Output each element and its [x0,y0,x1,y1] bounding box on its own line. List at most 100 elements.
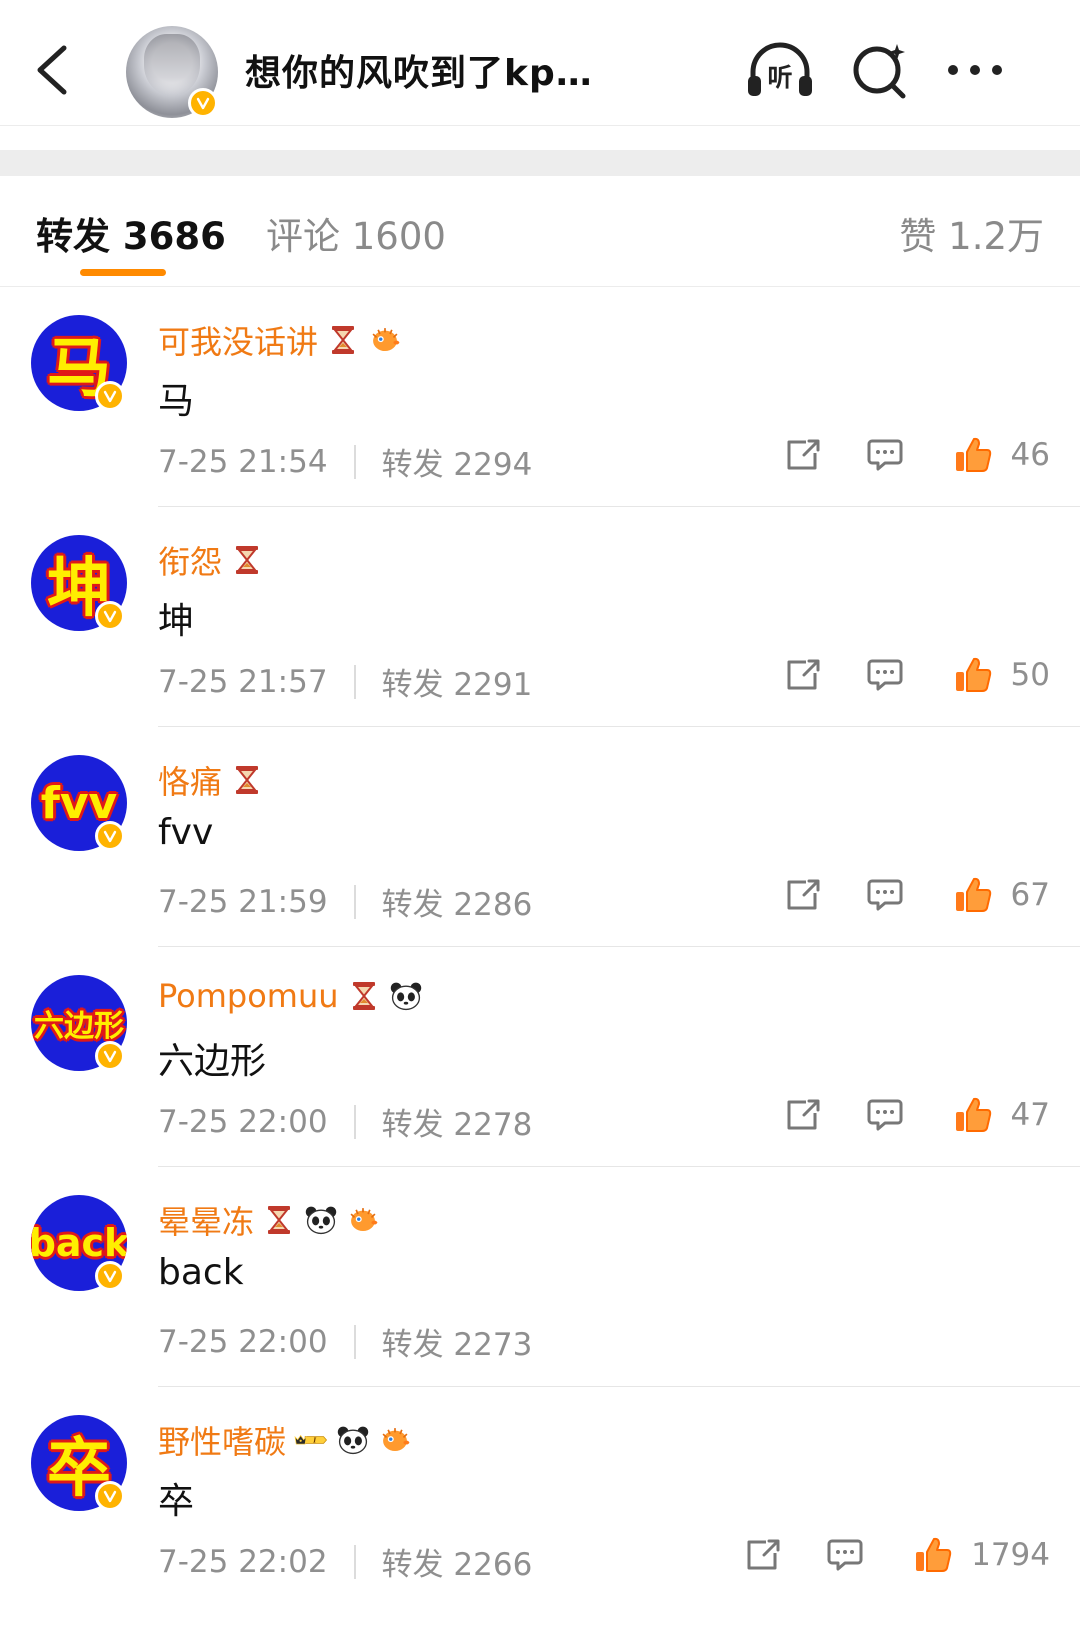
avatar-text: 六边形 [34,1009,124,1044]
repost-item[interactable]: fvv 恪痛 fvv 7-25 21:59 转发 2286 67 [0,727,1080,947]
repost-count[interactable]: 转发 2278 [382,1099,533,1144]
top-bar: 想你的风吹到了kp… 听 [0,0,1080,126]
meta-divider [353,1544,356,1579]
like-count: 1794 [971,1537,1050,1573]
verified-badge-icon [95,1481,125,1511]
pufferfish-badge-icon [378,1423,412,1457]
repost-meta: 7-25 21:59 转发 2286 [158,879,532,924]
repost-item[interactable]: 坤 衔怨 坤 7-25 21:57 转发 2291 50 [0,507,1080,727]
repost-meta: 7-25 21:54 转发 2294 [158,439,532,484]
meta-divider [353,444,356,479]
avatar-text: back [31,1221,127,1265]
repost-content: 卒 [158,1481,195,1522]
crown-level-badge-icon: I [294,1423,328,1457]
repost-time: 7-25 21:59 [158,883,328,920]
author-name[interactable]: 想你的风吹到了kp… [245,44,593,96]
repost-count[interactable]: 转发 2294 [382,439,533,484]
like-count: 67 [1010,877,1050,913]
repost-list: 马 可我没话讲 马 7-25 21:54 转发 2294 46 坤 衔怨 坤 7… [0,287,1080,1607]
hourglass-badge-icon [230,763,264,797]
panda-badge-icon [304,1203,338,1237]
comment-icon[interactable] [863,433,907,477]
repost-item[interactable]: 马 可我没话讲 马 7-25 21:54 转发 2294 46 [0,287,1080,507]
meta-divider [353,1104,356,1139]
repost-count[interactable]: 转发 2266 [382,1539,533,1584]
repost-content: 坤 [158,601,195,642]
like-thumb-icon[interactable] [951,653,995,697]
share-icon[interactable] [741,1533,785,1577]
hourglass-badge-icon [326,323,360,357]
like-thumb-icon[interactable] [951,433,995,477]
username[interactable]: Pompomuu [158,977,423,1015]
like-thumb-icon[interactable] [951,873,995,917]
repost-content: fvv [158,812,214,853]
repost-actions: 1794 [741,1533,1050,1577]
share-icon[interactable] [781,1093,825,1137]
comment-icon[interactable] [863,873,907,917]
repost-time: 7-25 22:00 [158,1323,328,1360]
repost-time: 7-25 22:00 [158,1103,328,1140]
meta-divider [353,664,356,699]
repost-content: back [158,1252,244,1293]
username-text[interactable]: 野性嗜碳 [158,1417,286,1463]
repost-actions: 67 [781,873,1050,917]
repost-item[interactable]: 卒 野性嗜碳 I 卒 7-25 22:02 转发 2266 1794 [0,1387,1080,1607]
verified-badge-icon [95,601,125,631]
repost-meta: 7-25 22:00 转发 2273 [158,1319,532,1364]
hourglass-badge-icon [262,1203,296,1237]
repost-count[interactable]: 转发 2286 [382,879,533,924]
pufferfish-badge-icon [368,323,402,357]
author-avatar[interactable] [126,26,218,118]
comment-icon[interactable] [863,1093,907,1137]
verified-badge-icon [95,381,125,411]
meta-divider [353,1324,356,1359]
repost-content: 六边形 [158,1041,267,1082]
repost-content: 马 [158,381,195,422]
like-count: 47 [1010,1097,1050,1133]
verified-badge-icon [188,88,218,118]
avatar-image [144,34,200,96]
username-text[interactable]: 晕晕冻 [158,1197,254,1243]
verified-badge-icon [95,1261,125,1291]
comment-icon[interactable] [823,1533,867,1577]
verified-badge-icon [95,1041,125,1071]
repost-actions: 47 [781,1093,1050,1137]
username[interactable]: 衔怨 [158,537,264,583]
like-count: 46 [1010,437,1050,473]
like-thumb-icon[interactable] [911,1533,955,1577]
tab-like[interactable]: 赞 1.2万 [899,206,1044,260]
back-icon[interactable] [30,40,80,100]
share-icon[interactable] [781,653,825,697]
share-icon[interactable] [781,433,825,477]
username-text[interactable]: 恪痛 [158,757,222,803]
repost-count[interactable]: 转发 2273 [382,1319,533,1364]
username[interactable]: 野性嗜碳 I [158,1417,412,1463]
repost-count[interactable]: 转发 2291 [382,659,533,704]
pufferfish-badge-icon [346,1203,380,1237]
section-divider [0,150,1080,176]
username-text[interactable]: 衔怨 [158,537,222,583]
active-tab-indicator [80,269,166,276]
tab-comment[interactable]: 评论 1600 [266,206,446,260]
like-thumb-icon[interactable] [951,1093,995,1137]
username-text[interactable]: Pompomuu [158,977,339,1015]
username[interactable]: 恪痛 [158,757,264,803]
username[interactable]: 可我没话讲 [158,317,402,363]
repost-meta: 7-25 21:57 转发 2291 [158,659,532,704]
repost-actions: 50 [781,653,1050,697]
repost-meta: 7-25 22:02 转发 2266 [158,1539,532,1584]
username[interactable]: 晕晕冻 [158,1197,380,1243]
meta-divider [353,884,356,919]
more-icon[interactable] [940,40,1010,102]
repost-time: 7-25 21:57 [158,663,328,700]
username-text[interactable]: 可我没话讲 [158,317,318,363]
tab-repost[interactable]: 转发 3686 [36,206,226,260]
panda-badge-icon [336,1423,370,1457]
share-icon[interactable] [781,873,825,917]
comment-icon[interactable] [863,653,907,697]
repost-item[interactable]: 六边形 Pompomuu 六边形 7-25 22:00 转发 2278 47 [0,947,1080,1167]
listen-headphones-icon[interactable]: 听 [745,40,815,102]
repost-item[interactable]: back 晕晕冻 back 7-25 22:00 转发 2273 [0,1167,1080,1387]
repost-time: 7-25 22:02 [158,1543,328,1580]
search-icon[interactable] [845,40,915,102]
